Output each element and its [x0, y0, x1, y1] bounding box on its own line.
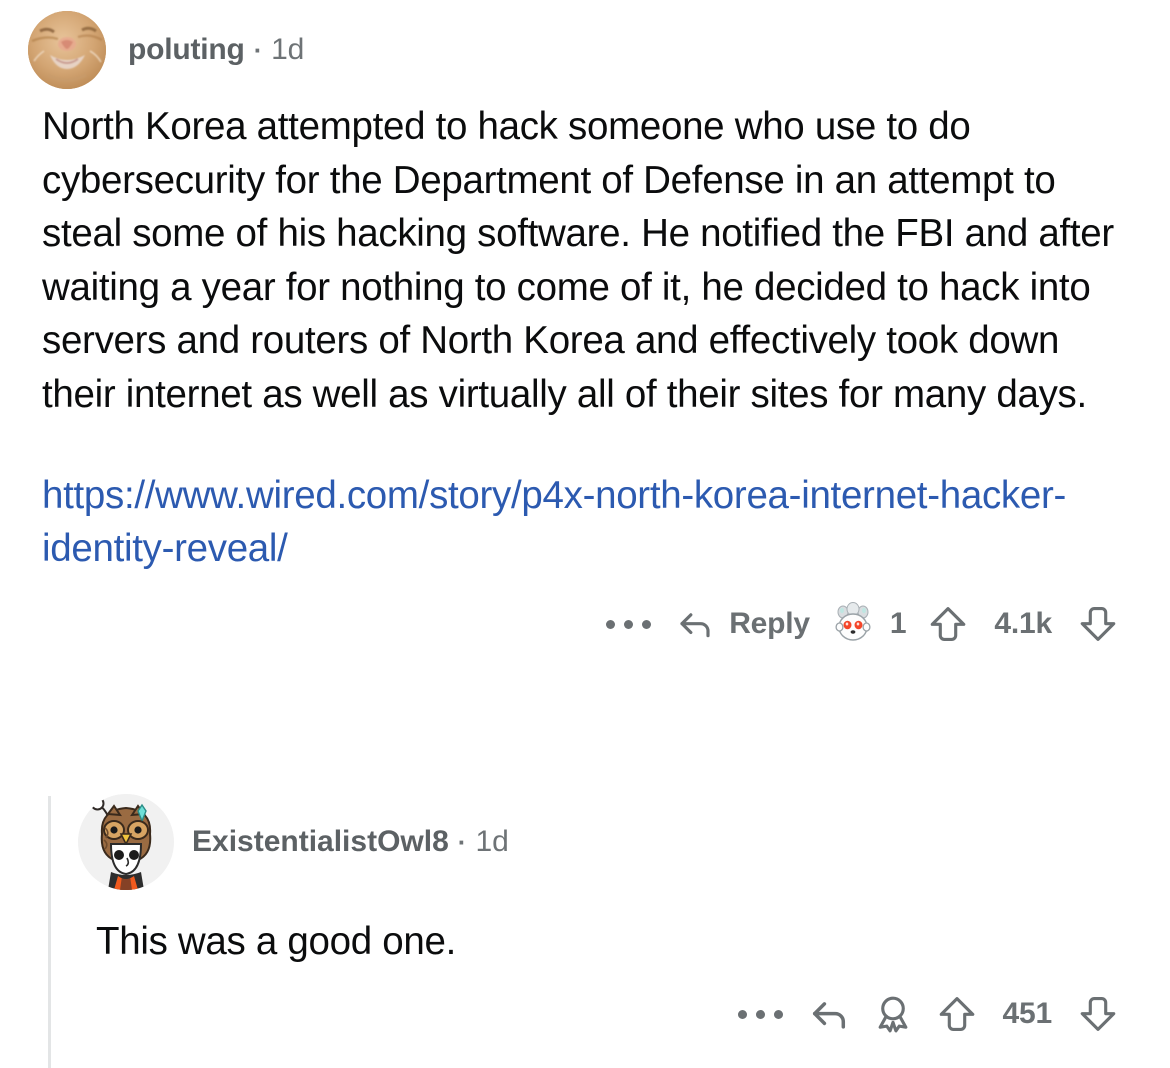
- reply-score: 451: [1002, 997, 1053, 1030]
- thread-collapse-line[interactable]: [48, 796, 51, 1068]
- reply-author[interactable]: ExistentialistOwl8: [192, 825, 449, 859]
- downvote-button[interactable]: [1066, 988, 1130, 1040]
- downvote-arrow-icon: [1076, 602, 1120, 646]
- downvote-button[interactable]: [1066, 598, 1130, 650]
- award-medal-icon: [871, 992, 915, 1036]
- reply-arrow-icon: [675, 604, 715, 644]
- reply-thread: ExistentialistOwl8 · 1d This was a good …: [0, 788, 1170, 1068]
- comment-header: poluting · 1d: [0, 0, 1170, 92]
- cat-photo-avatar[interactable]: [28, 11, 106, 89]
- award-button[interactable]: 1: [820, 597, 917, 651]
- reply-byline: ExistentialistOwl8 · 1d: [192, 825, 509, 859]
- reply-arrow-icon: [807, 992, 851, 1036]
- comment-author[interactable]: poluting: [128, 33, 245, 67]
- reply-body-text: This was a good one.: [96, 920, 456, 963]
- reply-button-label: Reply: [729, 607, 810, 640]
- comment-thread: poluting · 1d North Korea attempted to h…: [0, 0, 1170, 651]
- comment-action-bar: Reply 1 4.1k: [0, 597, 1170, 651]
- reply-button[interactable]: Reply: [665, 600, 820, 648]
- comment-vote-group: 4.1k: [916, 598, 1130, 650]
- reply-timestamp: 1d: [475, 825, 509, 858]
- upvote-button[interactable]: [916, 598, 980, 650]
- upvote-arrow-icon: [926, 602, 970, 646]
- comment-timestamp: 1d: [271, 33, 305, 66]
- upvote-arrow-icon: [935, 992, 979, 1036]
- comment-body-text: North Korea attempted to hack someone wh…: [42, 105, 1114, 416]
- comment-score: 4.1k: [994, 607, 1052, 640]
- byline-separator: ·: [253, 35, 263, 65]
- reply-button[interactable]: [797, 988, 861, 1040]
- comment-external-link[interactable]: https://www.wired.com/story/p4x-north-ko…: [0, 469, 1110, 575]
- ellipsis-icon[interactable]: [592, 610, 665, 639]
- award-button[interactable]: [861, 988, 925, 1040]
- reply-header: ExistentialistOwl8 · 1d: [78, 788, 1170, 894]
- upvote-button[interactable]: [925, 988, 989, 1040]
- reply-vote-group: 451: [925, 988, 1130, 1040]
- award-count: 1: [889, 607, 907, 640]
- reply-byline-separator: ·: [457, 827, 467, 857]
- comment-byline: poluting · 1d: [128, 33, 304, 67]
- downvote-arrow-icon: [1076, 992, 1120, 1036]
- reply-action-bar: 451: [78, 988, 1170, 1040]
- snoo-owl-avatar[interactable]: [78, 794, 174, 890]
- ellipsis-icon[interactable]: [724, 1000, 797, 1029]
- snoo-award-icon: [830, 601, 876, 647]
